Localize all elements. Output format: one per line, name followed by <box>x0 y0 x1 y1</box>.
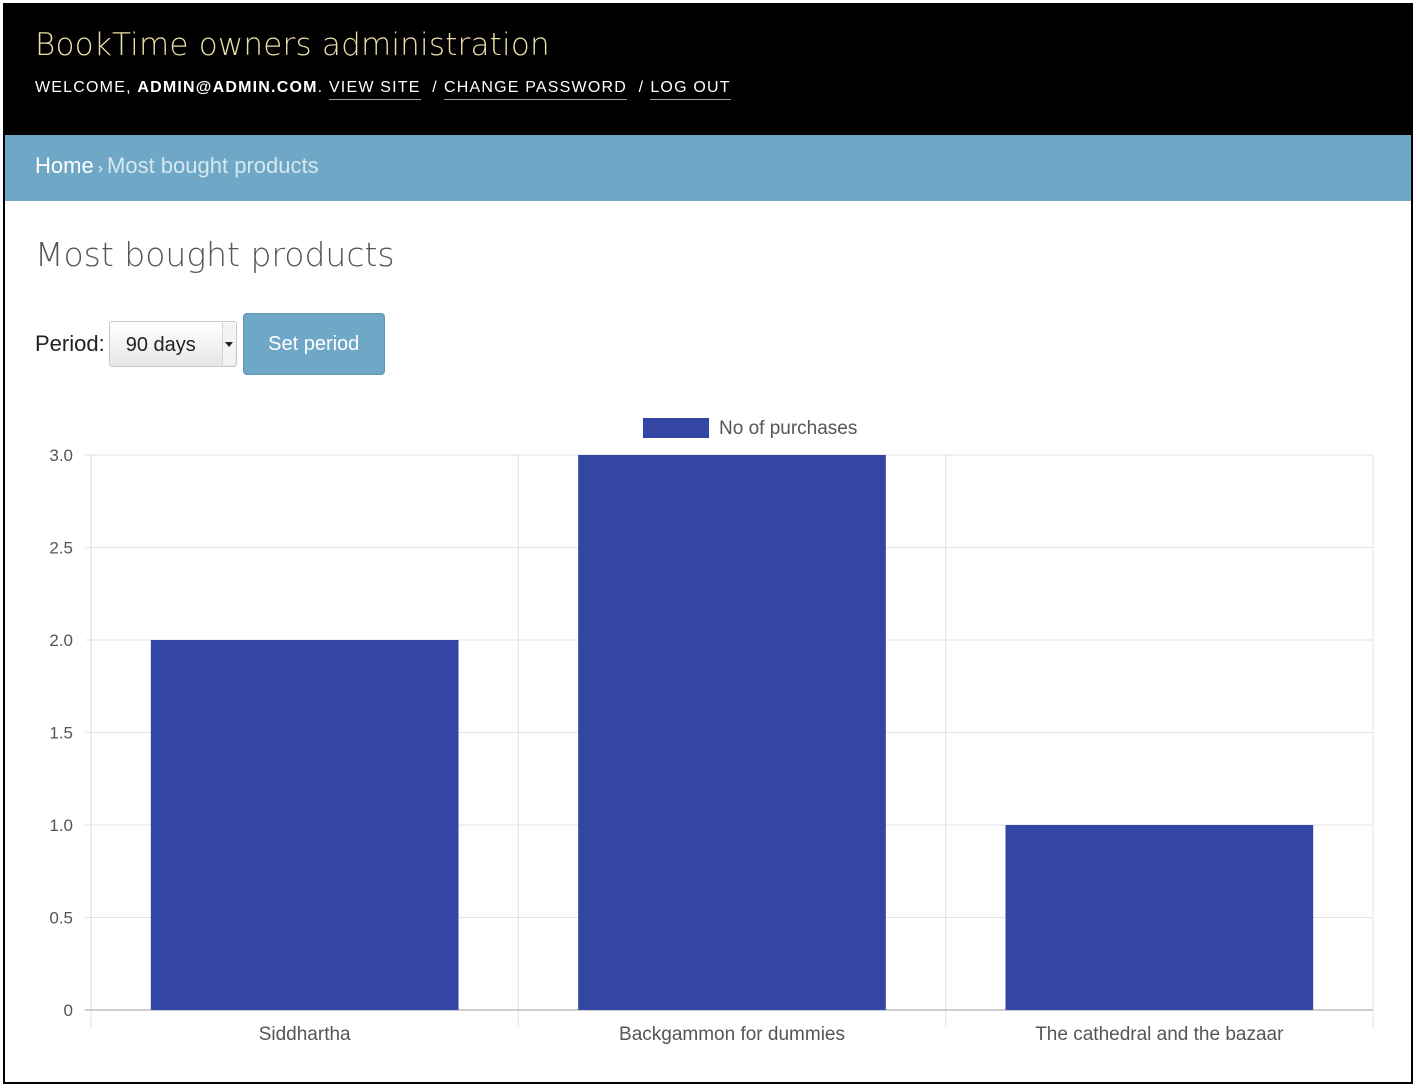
chart-container: 0 0.5 1.0 1.5 2.0 2.5 3.0 Siddhartha Backgammon … <box>5 405 1411 1050</box>
main-content: Most bought products Period: 90 days Set… <box>5 201 1411 375</box>
separator: / <box>638 79 645 96</box>
chevron-down-icon <box>221 323 235 365</box>
change-password-link[interactable]: CHANGE PASSWORD <box>443 79 628 100</box>
x-tick-label: Siddhartha <box>259 1024 351 1045</box>
bar <box>150 640 459 1010</box>
y-tick-label: 2.0 <box>49 631 73 650</box>
set-period-button[interactable]: Set period <box>242 313 385 375</box>
admin-header: BookTime owners administration WELCOME, … <box>5 5 1411 135</box>
bar <box>1005 825 1314 1010</box>
legend-label: No of purchases <box>719 418 857 439</box>
user-email-period: . <box>317 79 324 96</box>
y-tick-label: 0 <box>64 1001 73 1020</box>
bar <box>578 455 886 1010</box>
legend-swatch <box>643 418 709 438</box>
breadcrumb-current: Most bought products <box>107 153 319 178</box>
separator: / <box>432 79 438 96</box>
period-select[interactable]: 90 days <box>108 321 237 367</box>
log-out-link[interactable]: LOG OUT <box>650 79 731 100</box>
breadcrumb-separator: › <box>97 160 104 177</box>
x-tick-label: The cathedral and the bazaar <box>1035 1024 1284 1045</box>
y-tick-label: 3.0 <box>49 446 73 465</box>
breadcrumb: Home › Most bought products <box>5 135 1411 201</box>
y-tick-label: 1.0 <box>49 816 73 835</box>
welcome-text: WELCOME, <box>35 79 138 96</box>
period-select-value: 90 days <box>125 334 196 356</box>
user-email: ADMIN@ADMIN.COM <box>137 79 318 96</box>
period-label: Period: <box>35 331 105 356</box>
x-tick-label: Backgammon for dummies <box>619 1024 845 1045</box>
period-form: Period: 90 days Set period <box>35 313 385 375</box>
page-frame: BookTime owners administration WELCOME, … <box>3 3 1413 1084</box>
y-tick-label: 1.5 <box>49 724 73 743</box>
page-title: Most bought products <box>35 235 395 274</box>
site-title: BookTime owners administration <box>35 27 550 63</box>
bar-chart: 0 0.5 1.0 1.5 2.0 2.5 3.0 Siddhartha Backgammon … <box>49 418 1374 1045</box>
breadcrumb-home-link[interactable]: Home <box>35 153 94 178</box>
view-site-link[interactable]: VIEW SITE <box>328 79 421 100</box>
y-tick-label: 2.5 <box>49 539 73 558</box>
user-tools: WELCOME, ADMIN@ADMIN.COM. VIEW SITE / CHA… <box>35 79 1411 100</box>
y-tick-label: 0.5 <box>49 909 73 928</box>
